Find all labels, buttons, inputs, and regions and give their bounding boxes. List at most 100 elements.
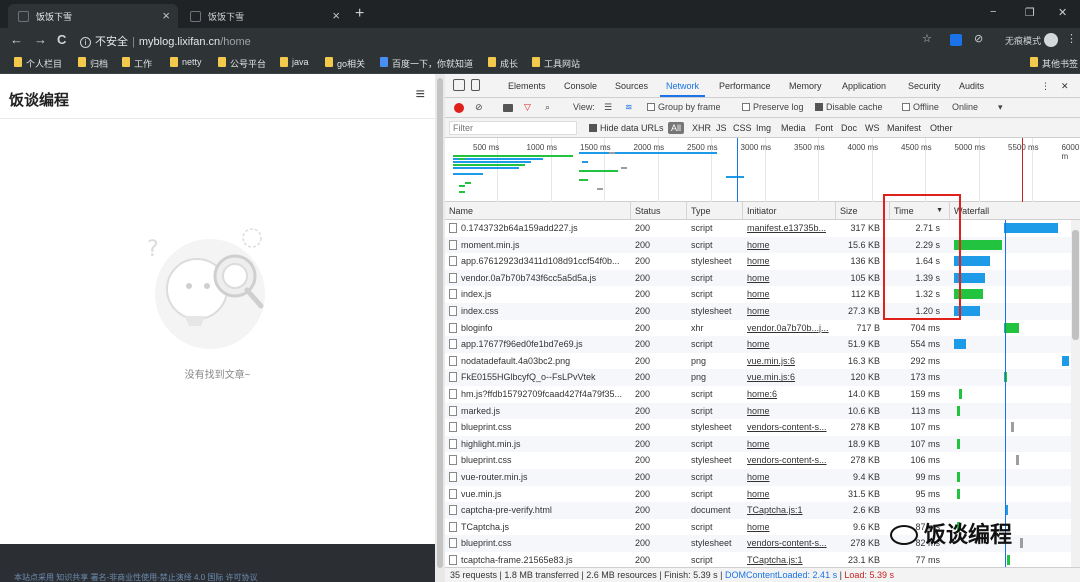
url-field[interactable]: i 不安全 | myblog.lixifan.cn/home bbox=[80, 31, 940, 49]
table-row[interactable]: vue-router.min.js 200 script home 9.4 KB 99 m… bbox=[445, 469, 1080, 486]
cell-initiator[interactable]: home bbox=[743, 436, 836, 453]
bookmark-item[interactable]: 成长 bbox=[488, 57, 518, 70]
cell-name[interactable]: bloginfo bbox=[445, 320, 631, 337]
column-name[interactable]: Name bbox=[445, 202, 631, 220]
cell-initiator[interactable]: home bbox=[743, 469, 836, 486]
tab-audits[interactable]: Audits bbox=[959, 81, 984, 91]
page-scrollbar[interactable] bbox=[435, 74, 445, 582]
bookmark-item[interactable]: go相关 bbox=[325, 57, 365, 70]
column-waterfall[interactable]: Waterfall bbox=[950, 202, 1080, 220]
network-overview[interactable]: 500 ms 1000 ms 1500 ms 2000 ms 2500 ms 3000 m… bbox=[445, 138, 1080, 202]
table-row[interactable]: app.17677f96ed0fe1bd7e69.js 200 script home… bbox=[445, 336, 1080, 353]
screenshot-icon[interactable] bbox=[503, 104, 513, 112]
hamburger-menu-icon[interactable]: ≡ bbox=[416, 86, 425, 104]
bookmark-item[interactable]: netty bbox=[170, 57, 202, 67]
cell-name[interactable]: index.js bbox=[445, 286, 631, 303]
bookmark-item[interactable]: 公号平台 bbox=[218, 57, 266, 70]
cell-name[interactable]: nodatadefault.4a03bc2.png bbox=[445, 353, 631, 370]
cell-name[interactable]: blueprint.css bbox=[445, 419, 631, 436]
tab-memory[interactable]: Memory bbox=[789, 81, 822, 91]
tab-console[interactable]: Console bbox=[564, 81, 597, 91]
cell-name[interactable]: blueprint.css bbox=[445, 535, 631, 552]
disable-cache-toggle[interactable]: Disable cache bbox=[815, 102, 883, 112]
table-row[interactable]: blueprint.css 200 stylesheet vendors-conten… bbox=[445, 452, 1080, 469]
close-tab-icon[interactable]: × bbox=[162, 8, 170, 23]
cell-name[interactable]: TCaptcha.js bbox=[445, 519, 631, 536]
filter-type-doc[interactable]: Doc bbox=[841, 123, 857, 133]
cell-initiator[interactable]: home bbox=[743, 270, 836, 287]
cell-name[interactable]: app.67612923d3411d108d91ccf54f0b... bbox=[445, 253, 631, 270]
record-icon[interactable] bbox=[454, 103, 464, 113]
device-toolbar-icon[interactable] bbox=[471, 79, 480, 91]
filter-type-media[interactable]: Media bbox=[781, 123, 806, 133]
cell-initiator[interactable]: home:6 bbox=[743, 386, 836, 403]
tab-security[interactable]: Security bbox=[908, 81, 941, 91]
cell-initiator[interactable]: home bbox=[743, 286, 836, 303]
table-row[interactable]: blueprint.css 200 stylesheet vendors-conten… bbox=[445, 419, 1080, 436]
column-size[interactable]: Size bbox=[836, 202, 890, 220]
table-row[interactable]: marked.js 200 script home 10.6 KB 113 ms bbox=[445, 402, 1080, 420]
filter-type-xhr[interactable]: XHR bbox=[692, 123, 711, 133]
large-rows-icon[interactable]: ☰ bbox=[604, 102, 612, 113]
reload-icon[interactable]: C bbox=[57, 32, 66, 47]
cell-name[interactable]: highlight.min.js bbox=[445, 436, 631, 453]
cell-name[interactable]: moment.min.js bbox=[445, 237, 631, 254]
tab-network[interactable]: Network bbox=[659, 81, 706, 97]
throttling-select[interactable]: Online ▾ bbox=[952, 102, 1003, 113]
cell-name[interactable]: tcaptcha-frame.21565e83.js bbox=[445, 552, 631, 567]
devtools-menu-icon[interactable]: ⋮ bbox=[1041, 81, 1050, 92]
other-bookmarks[interactable]: 其他书签 bbox=[1030, 57, 1078, 70]
table-scrollbar[interactable] bbox=[1071, 220, 1080, 567]
checkbox[interactable] bbox=[742, 103, 750, 111]
table-row[interactable]: index.css 200 stylesheet home 27.3 KB 1.20 s bbox=[445, 303, 1080, 320]
cell-initiator[interactable]: manifest.e13735b... bbox=[743, 220, 836, 237]
close-window-icon[interactable]: ✕ bbox=[1058, 6, 1067, 19]
cell-initiator[interactable]: vendors-content-s... bbox=[743, 452, 836, 469]
checkbox-checked[interactable] bbox=[589, 124, 597, 132]
cell-initiator[interactable]: TCaptcha.js:1 bbox=[743, 552, 836, 567]
checkbox-checked[interactable] bbox=[815, 103, 823, 111]
filter-type-ws[interactable]: WS bbox=[865, 123, 880, 133]
forward-icon[interactable]: → bbox=[34, 32, 47, 47]
filter-type-other[interactable]: Other bbox=[930, 123, 953, 133]
bookmark-item[interactable]: 工作 bbox=[122, 57, 152, 70]
cell-name[interactable]: captcha-pre-verify.html bbox=[445, 502, 631, 519]
cell-initiator[interactable]: home bbox=[743, 253, 836, 270]
column-type[interactable]: Type bbox=[687, 202, 743, 220]
close-devtools-icon[interactable]: ✕ bbox=[1061, 81, 1069, 92]
cell-initiator[interactable]: home bbox=[743, 519, 836, 536]
table-row[interactable]: nodatadefault.4a03bc2.png 200 png vue.min.j… bbox=[445, 353, 1080, 370]
tab-elements[interactable]: Elements bbox=[508, 81, 546, 91]
scrollbar-thumb[interactable] bbox=[437, 78, 443, 568]
scrollbar-thumb[interactable] bbox=[1072, 230, 1079, 340]
search-icon[interactable]: ⌕ bbox=[545, 102, 550, 113]
cell-name[interactable]: FkE0155HGlbcyfQ_o--FsLPvVtek bbox=[445, 369, 631, 386]
table-row[interactable]: moment.min.js 200 script home 15.6 KB 2.29 s bbox=[445, 236, 1080, 254]
new-tab-button[interactable]: + bbox=[355, 5, 364, 23]
table-row[interactable]: index.js 200 script home 112 KB 1.32 s bbox=[445, 286, 1080, 303]
browser-tab[interactable]: 饭饭下雪 × bbox=[180, 4, 348, 28]
clear-icon[interactable]: ⊘ bbox=[475, 102, 483, 113]
tab-application[interactable]: Application bbox=[842, 81, 886, 91]
column-initiator[interactable]: Initiator bbox=[743, 202, 836, 220]
cell-initiator[interactable]: home bbox=[743, 303, 836, 320]
bookmark-item[interactable]: 归档 bbox=[78, 57, 108, 70]
cell-initiator[interactable]: home bbox=[743, 486, 836, 503]
filter-type-manifest[interactable]: Manifest bbox=[887, 123, 921, 133]
cell-name[interactable]: 0.1743732b64a159add227.js bbox=[445, 220, 631, 237]
page-footer[interactable]: 本站点采用 知识共享 署名-非商业性使用-禁止演绎 4.0 国际 许可协议 bbox=[0, 544, 435, 582]
filter-icon[interactable]: ▽ bbox=[524, 102, 531, 113]
minimize-icon[interactable]: − bbox=[990, 6, 996, 18]
offline-toggle[interactable]: Offline bbox=[902, 102, 939, 112]
filter-type-img[interactable]: Img bbox=[756, 123, 771, 133]
site-title[interactable]: 饭谈编程 bbox=[9, 89, 69, 110]
tab-performance[interactable]: Performance bbox=[719, 81, 771, 91]
inspect-element-icon[interactable] bbox=[453, 79, 465, 91]
cell-initiator[interactable]: home bbox=[743, 237, 836, 254]
cell-name[interactable]: blueprint.css bbox=[445, 452, 631, 469]
overview-icon[interactable]: ≋ bbox=[625, 102, 633, 113]
table-row[interactable]: vendor.0a7b70b743f6cc5a5d5a.js 200 script h… bbox=[445, 269, 1080, 287]
bookmark-item[interactable]: java bbox=[280, 57, 309, 67]
table-row[interactable]: bloginfo 200 xhr vendor.0a7b70b...j... 717 B… bbox=[445, 320, 1080, 337]
cell-name[interactable]: vue-router.min.js bbox=[445, 469, 631, 486]
